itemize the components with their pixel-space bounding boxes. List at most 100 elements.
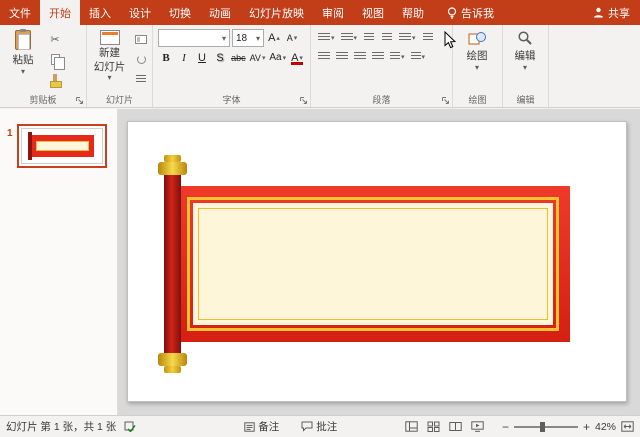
underline-button[interactable]: U (194, 49, 210, 66)
tab-insert[interactable]: 插入 (80, 0, 120, 25)
spell-check-button[interactable] (124, 421, 136, 432)
editing-group: 编辑 ▾ 编辑 (503, 25, 549, 107)
tab-design[interactable]: 设计 (120, 0, 160, 25)
new-slide-label-line1: 新建 (99, 47, 120, 59)
align-center-button[interactable] (334, 48, 350, 65)
format-painter-button[interactable] (46, 71, 64, 88)
drawing-dropdown-icon[interactable]: ▾ (475, 65, 479, 71)
tab-slideshow[interactable]: 幻灯片放映 (240, 0, 313, 25)
character-spacing-button[interactable]: AV▾ (249, 49, 267, 66)
smartart-icon (411, 52, 421, 61)
tell-me-button[interactable]: 告诉我 (439, 0, 502, 25)
slide-layout-button[interactable] (132, 31, 150, 48)
editing-button[interactable]: 编辑 ▾ (505, 28, 545, 71)
paste-clipboard-icon (15, 30, 31, 50)
tab-home[interactable]: 开始 (40, 0, 80, 25)
scroll-roller-shape[interactable] (164, 172, 181, 356)
clipboard-dialog-launcher[interactable] (75, 96, 84, 105)
drawing-button[interactable]: 绘图 ▾ (455, 28, 499, 71)
drawing-group-label: 绘图 (453, 95, 502, 106)
indent-increase-icon (382, 33, 392, 42)
tab-help[interactable]: 帮助 (393, 0, 433, 25)
normal-view-button[interactable] (405, 421, 418, 432)
shrink-font-button[interactable]: A▾ (284, 30, 300, 47)
italic-button[interactable]: I (176, 49, 192, 66)
zoom-slider[interactable] (514, 426, 578, 428)
paste-dropdown-icon[interactable]: ▾ (21, 69, 25, 75)
person-icon (593, 7, 604, 18)
text-direction-button[interactable] (420, 29, 436, 46)
slide-canvas[interactable] (118, 109, 640, 415)
slideshow-view-button[interactable] (471, 421, 484, 432)
layout-icon (135, 35, 147, 44)
zoom-slider-thumb[interactable] (540, 422, 545, 432)
tab-view[interactable]: 视图 (353, 0, 393, 25)
font-name-combo[interactable]: ▾ (158, 29, 230, 47)
slide-1-thumbnail[interactable] (17, 124, 107, 168)
comments-button[interactable]: 批注 (301, 419, 337, 434)
new-slide-dropdown-icon[interactable]: ▾ (107, 75, 111, 81)
reading-view-button[interactable] (449, 421, 462, 432)
text-shadow-button[interactable]: S (212, 49, 228, 66)
scissors-icon: ✂ (50, 33, 59, 46)
tab-review[interactable]: 审阅 (313, 0, 353, 25)
reset-slide-button[interactable] (132, 51, 150, 68)
drawing-shapes-icon (468, 30, 487, 46)
editing-dropdown-icon[interactable]: ▾ (523, 65, 527, 71)
indent-increase-button[interactable] (379, 29, 395, 46)
line-spacing-icon (399, 33, 411, 42)
numbering-arrow-icon: ▾ (354, 34, 358, 42)
fit-slide-to-window-button[interactable] (621, 421, 634, 432)
copy-button[interactable] (46, 51, 64, 68)
align-center-icon (336, 52, 348, 61)
font-dialog-launcher[interactable] (299, 96, 308, 105)
slide-editing-surface[interactable] (127, 121, 627, 402)
paste-button[interactable]: 粘贴 ▾ (2, 28, 44, 93)
scroll-banner-shape[interactable] (176, 186, 570, 342)
bullets-button[interactable]: ▾ (316, 29, 337, 46)
new-slide-label-line2: 幻灯片 (94, 61, 126, 73)
comments-icon (301, 421, 313, 432)
columns-button[interactable]: ▾ (388, 48, 407, 65)
slide-counter: 幻灯片 第 1 张，共 1 张 (6, 419, 116, 434)
indent-decrease-button[interactable] (361, 29, 377, 46)
grow-font-button[interactable]: A▴ (266, 30, 282, 47)
font-color-icon: A (291, 52, 298, 64)
slide-sorter-button[interactable] (427, 421, 440, 432)
notes-button[interactable]: 备注 (244, 419, 279, 434)
new-slide-button[interactable]: 新建 幻灯片 ▾ (89, 28, 130, 93)
tab-transitions[interactable]: 切换 (160, 0, 200, 25)
tab-file[interactable]: 文件 (0, 0, 40, 25)
thumb-scroll-paper (36, 141, 89, 152)
tab-animations[interactable]: 动画 (200, 0, 240, 25)
align-left-button[interactable] (316, 48, 332, 65)
change-case-button[interactable]: Aa▾ (268, 49, 287, 66)
paragraph-dialog-launcher[interactable] (441, 96, 450, 105)
spacing-icon: AV (250, 53, 261, 63)
align-right-button[interactable] (352, 48, 368, 65)
view-switcher (405, 421, 484, 432)
cut-button[interactable]: ✂ (46, 31, 64, 48)
text-direction-icon (423, 33, 433, 42)
line-spacing-button[interactable]: ▾ (397, 29, 418, 46)
section-button[interactable] (132, 71, 150, 88)
strikethrough-button[interactable]: abc (230, 49, 247, 66)
justify-button[interactable] (370, 48, 386, 65)
font-size-combo[interactable]: 18 ▾ (232, 29, 264, 47)
grow-arrow-icon: ▴ (276, 34, 280, 42)
editing-label: 编辑 (515, 48, 536, 63)
paragraph-group: ▾ ▾ ▾ ▾ ▾ 段落 (311, 25, 453, 107)
main-area: 1 (0, 109, 640, 415)
convert-smartart-button[interactable]: ▾ (409, 48, 428, 65)
font-color-button[interactable]: A▾ (289, 49, 305, 66)
share-button[interactable]: 共享 (583, 0, 640, 25)
numbering-button[interactable]: ▾ (339, 29, 360, 46)
grow-font-icon: A (268, 32, 275, 44)
bold-button[interactable]: B (158, 49, 174, 66)
zoom-percentage[interactable]: 42% (595, 421, 616, 433)
scroll-roller-top-cap (158, 162, 187, 175)
zoom-in-button[interactable]: + (583, 422, 590, 432)
ribbon-tab-bar: 文件 开始 插入 设计 切换 动画 幻灯片放映 审阅 视图 帮助 告诉我 共享 (0, 0, 640, 25)
zoom-out-button[interactable]: − (502, 422, 509, 432)
columns-arrow-icon: ▾ (401, 53, 405, 61)
